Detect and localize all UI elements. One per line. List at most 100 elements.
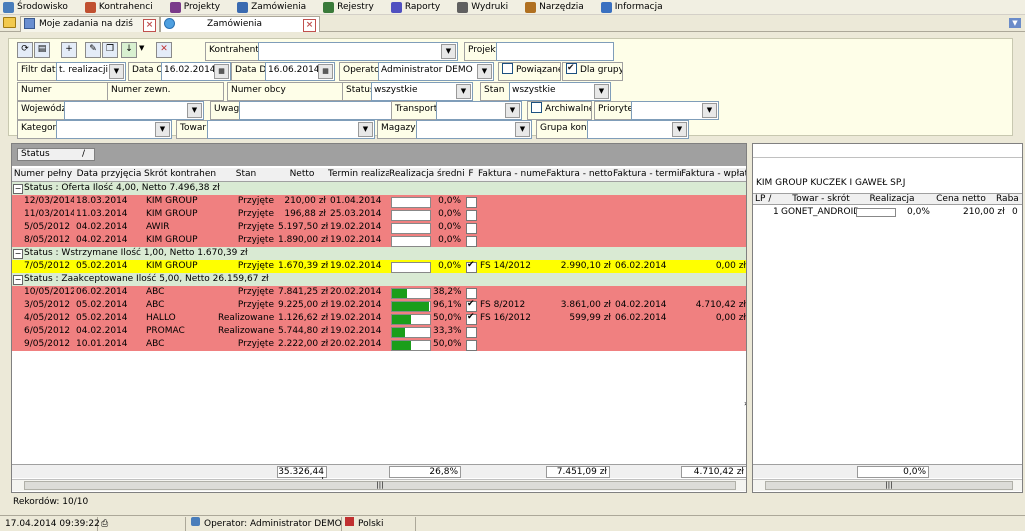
cell-netto: 9.225,00 zł — [278, 300, 328, 310]
tab-zamowienia[interactable]: Zamówienia × — [160, 16, 320, 32]
checkbox[interactable] — [566, 63, 577, 76]
export-icon[interactable]: ▤ — [34, 42, 50, 58]
archiwalne-checkbox[interactable]: Archiwalne — [527, 101, 592, 120]
close-icon[interactable]: × — [303, 19, 316, 32]
arrow-down-icon[interactable]: ↓ — [121, 42, 137, 58]
kontrahent-select[interactable]: ▼ — [258, 42, 458, 61]
chevron-right-icon[interactable]: › — [744, 399, 746, 408]
tab-moje-zadania[interactable]: Moje zadania na dziś × — [20, 16, 160, 32]
column-header-cena[interactable]: Cena netto — [931, 194, 991, 205]
menu-item-4[interactable]: Rejestry — [320, 1, 374, 13]
copy-icon[interactable]: ❐ — [102, 42, 118, 58]
table-row[interactable]: 3/05/2012 05.02.2014 ABC Przyjęte 9.225,00 z… — [12, 299, 746, 312]
folder-icon[interactable] — [3, 17, 16, 28]
printer-icon[interactable]: ⎙ — [98, 517, 186, 531]
table-row[interactable]: 11/03/2014 11.03.2014 KIM GROUP Przyjęte 196… — [12, 208, 746, 221]
faktura-checkbox[interactable] — [466, 236, 477, 247]
wojewodztwo-select[interactable]: ▼ — [64, 101, 204, 120]
menu-item-0[interactable]: Środowisko — [0, 1, 68, 13]
column-header-4[interactable]: Netto — [276, 168, 329, 182]
delete-icon[interactable]: ✕ — [156, 42, 172, 58]
faktura-checkbox[interactable] — [466, 327, 477, 338]
table-row[interactable]: 10/05/2012 06.02.2014 ABC Przyjęte 7.841,25 … — [12, 286, 746, 299]
column-header-towar[interactable]: Towar - skrót — [787, 194, 855, 205]
column-header-10[interactable]: Faktura - termin — [613, 168, 682, 182]
column-header-9[interactable]: Faktura - netto — [546, 168, 614, 182]
kategoria-select[interactable]: ▼ — [56, 120, 172, 139]
menu-item-2[interactable]: Projekty — [167, 1, 220, 13]
table-row[interactable]: 8/05/2012 04.02.2014 KIM GROUP Przyjęte 1.89… — [12, 234, 746, 247]
faktura-checkbox[interactable] — [466, 340, 477, 351]
faktura-checkbox[interactable] — [466, 210, 477, 221]
dla-grupy-checkbox[interactable]: Dla grupy — [562, 62, 623, 81]
menu-item-1[interactable]: Kontrahenci — [82, 1, 153, 13]
stan-select[interactable]: wszystkie ▼ — [509, 82, 611, 101]
menu-item-5[interactable]: Raporty — [388, 1, 440, 13]
faktura-checkbox[interactable] — [466, 299, 477, 312]
transport-select[interactable]: ▼ — [436, 101, 522, 120]
operator-select[interactable]: Administrator DEMO ▼ — [378, 62, 494, 81]
group-header[interactable]: − Status : Oferta Ilość 4,00, Netto 7.496… — [12, 182, 746, 195]
magazyn-select[interactable]: ▼ — [416, 120, 532, 139]
chevron-down-icon[interactable]: ▼ — [1009, 18, 1021, 28]
column-header-7[interactable]: F — [464, 168, 479, 182]
filtr-daty-select[interactable]: t. realizacji ▼ — [56, 62, 126, 81]
column-header-2[interactable]: Skrót kontrahenta — [144, 168, 217, 182]
group-header[interactable]: − Status : Zaakceptowane Ilość 5,00, Nett… — [12, 273, 746, 286]
data-do-input[interactable]: 16.06.2014 ▦ — [265, 62, 335, 81]
edit-icon[interactable]: ✎ — [85, 42, 101, 58]
horizontal-scrollbar[interactable]: ||| — [12, 479, 746, 491]
faktura-checkbox[interactable] — [466, 312, 477, 325]
faktura-checkbox[interactable] — [466, 197, 477, 208]
column-header-rabat[interactable]: Raba — [996, 194, 1022, 205]
faktura-checkbox[interactable] — [466, 223, 477, 234]
checkbox[interactable] — [531, 102, 542, 113]
column-header-realizacja[interactable]: Realizacja — [857, 194, 927, 205]
details-row[interactable]: 1 GONET_ANDROID 0,0% 210,00 zł 0 — [753, 206, 1022, 219]
column-header-3[interactable]: Stan — [216, 168, 277, 182]
close-icon[interactable]: × — [143, 19, 156, 32]
projekt-input[interactable] — [496, 42, 614, 61]
group-header[interactable]: − Status : Wstrzymane Ilość 1,00, Netto 1… — [12, 247, 746, 260]
table-row[interactable]: 6/05/2012 04.02.2014 PROMAC Realizowane 5.74… — [12, 325, 746, 338]
data-od-input[interactable]: 16.02.2014 ▦ — [161, 62, 231, 81]
refresh-icon[interactable]: ⟳ — [17, 42, 33, 58]
collapse-icon[interactable]: − — [13, 249, 23, 259]
faktura-checkbox[interactable] — [466, 260, 477, 273]
towar-select[interactable]: ▼ — [207, 120, 375, 139]
menu-item-8[interactable]: Informacja — [598, 1, 663, 13]
grupa-kontr-select[interactable]: ▼ — [587, 120, 689, 139]
column-header-8[interactable]: Faktura - numer — [478, 168, 547, 182]
collapse-icon[interactable]: − — [13, 184, 23, 194]
column-header-6[interactable]: Realizacja średnia — [389, 168, 465, 182]
column-header-0[interactable]: Numer pełny — [12, 168, 75, 182]
menu-item-7[interactable]: Narzędzia — [522, 1, 584, 13]
chevron-down-icon[interactable]: ▼ — [139, 44, 144, 52]
table-row[interactable]: 7/05/2012 05.02.2014 KIM GROUP Przyjęte 1.67… — [12, 260, 746, 273]
uwagi-input[interactable] — [239, 101, 395, 120]
column-header-lp[interactable]: LP / — [755, 194, 783, 205]
faktura-checkbox[interactable] — [466, 288, 477, 299]
scrollbar-thumb[interactable]: ||| — [765, 481, 1013, 490]
calendar-icon[interactable]: ▦ — [318, 64, 333, 79]
scrollbar-thumb[interactable]: ||| — [24, 481, 736, 490]
calendar-icon[interactable]: ▦ — [214, 64, 229, 79]
column-header-11[interactable]: Faktura - wpłata — [681, 168, 746, 182]
checkbox[interactable] — [502, 63, 513, 74]
priorytet-select[interactable]: ▼ — [631, 101, 719, 120]
menu-item-6[interactable]: Wydruki — [454, 1, 508, 13]
new-document-icon[interactable]: + — [61, 42, 77, 58]
collapse-icon[interactable]: − — [13, 275, 23, 285]
column-header-1[interactable]: Data przyjęcia — [74, 168, 145, 182]
status-language[interactable]: Polski — [342, 517, 416, 531]
table-row[interactable]: 9/05/2012 10.01.2014 ABC Przyjęte 2.222,00 z… — [12, 338, 746, 351]
details-horizontal-scrollbar[interactable]: ||| — [753, 479, 1022, 491]
table-row[interactable]: 5/05/2012 04.02.2014 AWIR Przyjęte 5.197,50 … — [12, 221, 746, 234]
table-row[interactable]: 12/03/2014 18.03.2014 KIM GROUP Przyjęte 210… — [12, 195, 746, 208]
cell-kontrahent: KIM GROUP — [146, 235, 198, 245]
status-select[interactable]: wszystkie ▼ — [371, 82, 473, 101]
menu-item-3[interactable]: Zamówienia — [234, 1, 306, 13]
powiazane-checkbox[interactable]: Powiązane — [498, 62, 561, 81]
table-row[interactable]: 4/05/2012 05.02.2014 HALLO Realizowane 1.126… — [12, 312, 746, 325]
column-header-5[interactable]: Termin realizacji — [328, 168, 390, 182]
